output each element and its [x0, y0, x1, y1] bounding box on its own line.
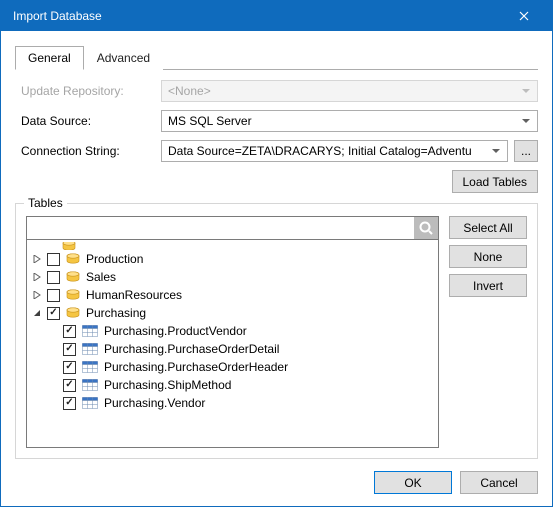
dialog-window: Import Database General Advanced Update … — [0, 0, 553, 507]
database-icon — [66, 253, 80, 265]
schema-name: Production — [84, 252, 143, 266]
tab-strip: General Advanced — [15, 45, 538, 70]
table-checkbox[interactable] — [63, 343, 76, 356]
window-title: Import Database — [13, 9, 504, 23]
table-row[interactable]: Purchasing.PurchaseOrderHeader — [27, 358, 438, 376]
table-checkbox[interactable] — [63, 397, 76, 410]
table-icon — [82, 361, 98, 373]
table-icon — [82, 397, 98, 409]
invert-button[interactable]: Invert — [449, 274, 527, 297]
tab-advanced[interactable]: Advanced — [84, 46, 163, 70]
dialog-footer: OK Cancel — [15, 459, 538, 494]
window-close-button[interactable] — [504, 1, 544, 31]
row-update-repository: Update Repository: <None> — [15, 80, 538, 102]
schema-row[interactable]: Sales — [27, 268, 438, 286]
table-row[interactable]: Purchasing.ShipMethod — [27, 376, 438, 394]
tables-search — [26, 216, 439, 240]
schema-row[interactable]: Purchasing — [27, 304, 438, 322]
table-icon — [82, 379, 98, 391]
tables-group: Tables ProductionSalesHumanResourcesPurc… — [15, 203, 538, 459]
table-checkbox[interactable] — [63, 361, 76, 374]
data-source-select[interactable]: MS SQL Server — [161, 110, 538, 132]
update-repository-label: Update Repository: — [15, 84, 161, 98]
search-icon — [419, 221, 433, 235]
row-data-source: Data Source: MS SQL Server — [15, 110, 538, 132]
tables-group-label: Tables — [24, 196, 67, 210]
connection-string-value: Data Source=ZETA\DRACARYS; Initial Catal… — [168, 144, 489, 158]
table-icon — [82, 343, 98, 355]
load-tables-button[interactable]: Load Tables — [452, 170, 539, 193]
database-icon — [66, 307, 80, 319]
schema-row[interactable]: Production — [27, 250, 438, 268]
schema-name: HumanResources — [84, 288, 182, 302]
table-row[interactable]: Purchasing.ProductVendor — [27, 322, 438, 340]
table-row[interactable]: Purchasing.Vendor — [27, 394, 438, 412]
chevron-down-icon — [489, 149, 503, 153]
connection-string-select[interactable]: Data Source=ZETA\DRACARYS; Initial Catal… — [161, 140, 508, 162]
tab-general[interactable]: General — [15, 46, 84, 70]
select-none-button[interactable]: None — [449, 245, 527, 268]
connection-string-label: Connection String: — [15, 144, 161, 158]
database-icon — [66, 271, 80, 283]
table-name: Purchasing.ShipMethod — [102, 378, 231, 392]
table-checkbox[interactable] — [63, 379, 76, 392]
cancel-button[interactable]: Cancel — [460, 471, 538, 494]
connection-browse-button[interactable]: ... — [514, 140, 538, 162]
schema-checkbox[interactable] — [47, 307, 60, 320]
update-repository-value: <None> — [168, 84, 519, 98]
data-source-value: MS SQL Server — [168, 114, 519, 128]
table-name: Purchasing.PurchaseOrderDetail — [102, 342, 279, 356]
table-checkbox[interactable] — [63, 325, 76, 338]
schema-name: Sales — [84, 270, 116, 284]
database-icon — [62, 242, 76, 250]
table-row[interactable]: Purchasing.PurchaseOrderDetail — [27, 340, 438, 358]
schema-row[interactable]: HumanResources — [27, 286, 438, 304]
tables-search-input[interactable] — [27, 217, 414, 239]
ok-button[interactable]: OK — [374, 471, 452, 494]
expander-icon[interactable] — [31, 253, 43, 265]
expander-icon[interactable] — [31, 271, 43, 283]
schema-checkbox[interactable] — [47, 253, 60, 266]
schema-name: Purchasing — [84, 306, 146, 320]
update-repository-select: <None> — [161, 80, 538, 102]
select-all-button[interactable]: Select All — [449, 216, 527, 239]
close-icon — [519, 11, 529, 21]
tables-tree[interactable]: Production Sales HumanResources Purchasing P… — [26, 240, 439, 448]
row-connection-string: Connection String: Data Source=ZETA\DRAC… — [15, 140, 538, 162]
table-icon — [82, 325, 98, 337]
titlebar: Import Database — [1, 1, 552, 31]
schema-checkbox[interactable] — [47, 289, 60, 302]
table-name: Purchasing.Vendor — [102, 396, 205, 410]
tables-search-button[interactable] — [414, 217, 438, 239]
chevron-down-icon — [519, 119, 533, 123]
schema-checkbox[interactable] — [47, 271, 60, 284]
table-name: Purchasing.ProductVendor — [102, 324, 247, 338]
database-icon — [66, 289, 80, 301]
expander-icon[interactable] — [31, 289, 43, 301]
table-name: Purchasing.PurchaseOrderHeader — [102, 360, 288, 374]
data-source-label: Data Source: — [15, 114, 161, 128]
expander-icon[interactable] — [31, 307, 43, 319]
chevron-down-icon — [519, 89, 533, 93]
